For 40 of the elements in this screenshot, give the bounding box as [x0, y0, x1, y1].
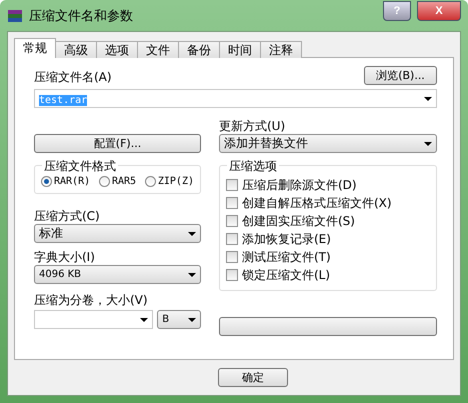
- option-checkbox[interactable]: 测试压缩文件(T): [226, 248, 430, 266]
- field-label: 字典大小(I): [34, 249, 96, 265]
- option-checkbox[interactable]: 压缩后删除源文件(D): [226, 176, 430, 194]
- option-checkbox[interactable]: 创建固实压缩文件(S): [226, 212, 430, 230]
- field-label: 压缩为分卷，大小(V): [34, 292, 149, 308]
- tab[interactable]: 备份: [178, 41, 220, 58]
- caret-icon: [188, 272, 196, 276]
- field-label: 压缩方式(C): [34, 208, 101, 224]
- option-checkbox[interactable]: 添加恢复记录(E): [226, 230, 430, 248]
- option-checkbox[interactable]: 锁定压缩文件(L): [226, 266, 430, 284]
- field-label: 压缩文件名(A): [34, 69, 112, 85]
- format-radio[interactable]: ZIP(Z): [144, 176, 194, 187]
- group-title: 压缩选项: [227, 158, 279, 175]
- caret-icon: [188, 232, 196, 236]
- update-mode-dropdown[interactable]: 添加并替换文件: [219, 134, 437, 153]
- tab[interactable]: 文件: [137, 41, 179, 58]
- volume-size-field[interactable]: [34, 310, 154, 329]
- window-title: 压缩文件名和参数: [29, 8, 134, 24]
- volume-unit-dropdown[interactable]: B: [157, 310, 201, 329]
- compression-method-dropdown[interactable]: 标准: [34, 224, 201, 243]
- caret-icon: [424, 142, 432, 146]
- group-title: 压缩文件格式: [42, 158, 118, 175]
- profiles-button[interactable]: 配置(F)...: [34, 134, 201, 153]
- tab[interactable]: 选项: [96, 41, 138, 58]
- caret-icon: [140, 318, 148, 322]
- ok-button[interactable]: 确定: [218, 368, 288, 387]
- format-radio[interactable]: RAR(R): [41, 176, 90, 187]
- browse-button[interactable]: 浏览(B)...: [364, 66, 437, 85]
- tab[interactable]: 高级: [55, 41, 97, 58]
- dictionary-size-dropdown[interactable]: 4096 KB: [34, 265, 201, 284]
- caret-icon: [424, 96, 432, 100]
- books-icon: [7, 8, 23, 24]
- tab[interactable]: 时间: [219, 41, 261, 58]
- tab[interactable]: 注释: [260, 41, 302, 58]
- field-label: 更新方式(U): [219, 118, 286, 134]
- format-radio[interactable]: RAR5: [98, 176, 136, 187]
- option-checkbox[interactable]: 创建自解压格式压缩文件(X): [226, 194, 430, 212]
- tab[interactable]: 常规: [14, 38, 56, 58]
- default-profile-button[interactable]: [219, 317, 437, 336]
- caret-icon: [188, 318, 196, 322]
